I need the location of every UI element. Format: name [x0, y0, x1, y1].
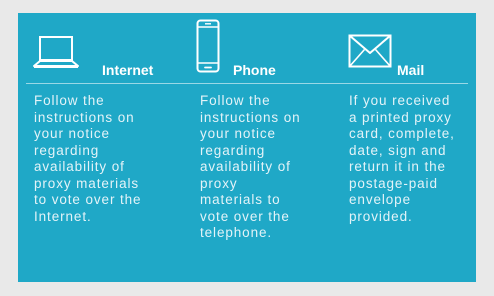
internet-header: Internet — [18, 13, 184, 83]
phone-column: Phone Follow the instructions on your no… — [184, 13, 343, 282]
mail-instructions: If you received a printed proxy card, co… — [349, 93, 455, 224]
envelope-icon — [348, 34, 392, 68]
mail-header: Mail — [343, 13, 476, 83]
phone-instructions: Follow the instructions on your notice r… — [200, 93, 301, 240]
phone-label: Phone — [233, 62, 276, 78]
internet-divider — [26, 83, 184, 84]
mail-label: Mail — [397, 62, 425, 78]
internet-label: Internet — [102, 62, 154, 78]
internet-column: Internet Follow the instructions on your… — [18, 13, 184, 282]
mail-column: Mail If you received a printed proxy car… — [343, 13, 476, 282]
smartphone-icon — [196, 19, 220, 73]
internet-instructions: Follow the instructions on your notice r… — [34, 93, 142, 224]
voting-methods-panel: Internet Follow the instructions on your… — [18, 13, 476, 282]
phone-divider — [184, 83, 343, 84]
laptop-icon — [33, 36, 79, 68]
phone-header: Phone — [184, 13, 343, 83]
mail-divider — [343, 83, 468, 84]
